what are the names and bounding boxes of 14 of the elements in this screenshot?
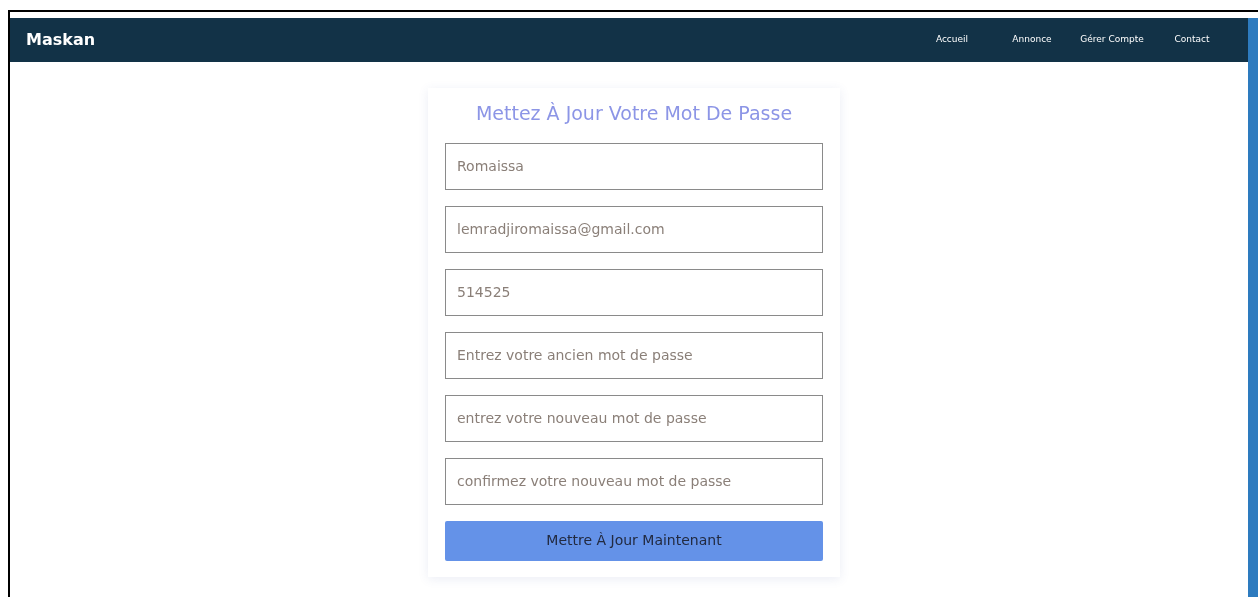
scrollbar[interactable] — [1248, 18, 1258, 597]
input-field[interactable]: confirmez votre nouveau mot de passe — [445, 457, 823, 505]
form-title: Mettez À Jour Votre Mot De Passe — [474, 102, 794, 125]
input-field[interactable]: lemradjiromaissa@gmail.com — [445, 205, 823, 253]
input-field[interactable]: entrez votre nouveau mot de passe — [445, 394, 823, 442]
nav-link[interactable]: Accueil — [912, 33, 992, 47]
input-field[interactable]: Entrez votre ancien mot de passe — [445, 331, 823, 379]
nav-link[interactable]: Annonce — [992, 33, 1072, 47]
nav-link[interactable]: Gérer Compte — [1072, 33, 1152, 47]
brand-logo[interactable]: Maskan — [26, 28, 96, 52]
nav-link[interactable]: Contact — [1152, 33, 1232, 47]
update-button[interactable]: Mettre À Jour Maintenant — [445, 520, 823, 561]
input-field[interactable]: 514525 — [445, 268, 823, 316]
input-field[interactable]: Romaissa — [445, 142, 823, 190]
